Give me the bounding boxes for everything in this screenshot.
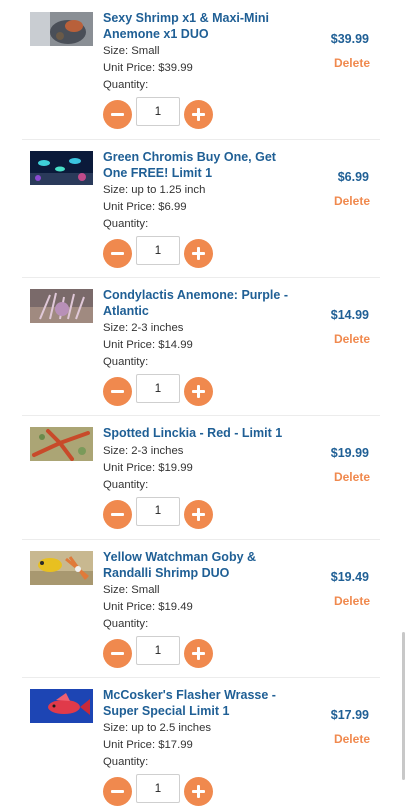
unit-price-text: Unit Price: $39.99 bbox=[103, 62, 193, 74]
decrease-quantity-button[interactable] bbox=[103, 239, 132, 268]
item-info: McCosker's Flasher Wrasse - Super Specia… bbox=[103, 688, 303, 806]
quantity-label: Quantity: bbox=[103, 756, 149, 768]
decrease-quantity-button[interactable] bbox=[103, 377, 132, 406]
decrease-quantity-button[interactable] bbox=[103, 639, 132, 668]
increase-quantity-button[interactable] bbox=[184, 377, 213, 406]
quantity-label: Quantity: bbox=[103, 79, 149, 91]
quantity-label: Quantity: bbox=[103, 218, 149, 230]
quantity-label: Quantity: bbox=[103, 618, 149, 630]
item-price: $14.99 bbox=[330, 308, 369, 322]
size-text: Size: up to 1.25 inch bbox=[103, 184, 206, 196]
size-text: Size: Small bbox=[103, 45, 160, 57]
size-text: Size: 2-3 inches bbox=[103, 444, 184, 457]
delete-button[interactable]: Delete bbox=[300, 594, 370, 608]
increase-quantity-button[interactable] bbox=[184, 777, 213, 806]
item-price: $39.99 bbox=[330, 32, 369, 46]
quantity-input[interactable] bbox=[136, 496, 180, 526]
item-info: Yellow Watchman Goby & Randalli Shrimp D… bbox=[103, 550, 303, 668]
product-image bbox=[30, 427, 93, 461]
quantity-stepper bbox=[103, 236, 303, 268]
decrease-quantity-button[interactable] bbox=[103, 100, 132, 129]
unit-price-text: Unit Price: $19.99 bbox=[103, 461, 193, 474]
quantity-input[interactable] bbox=[136, 374, 180, 403]
unit-price-text: Unit Price: $6.99 bbox=[103, 201, 187, 213]
cart-item: Sexy Shrimp x1 & Maxi-Mini Anemone x1 DU… bbox=[22, 0, 380, 140]
item-price: $19.99 bbox=[330, 446, 369, 460]
cart-item: McCosker's Flasher Wrasse - Super Specia… bbox=[22, 677, 380, 806]
quantity-input[interactable] bbox=[136, 97, 180, 126]
product-title-link[interactable]: Sexy Shrimp x1 & Maxi-Mini Anemone x1 DU… bbox=[103, 11, 303, 42]
product-image bbox=[30, 689, 93, 723]
unit-price-text: Unit Price: $19.49 bbox=[103, 601, 193, 613]
product-title-link[interactable]: Yellow Watchman Goby & Randalli Shrimp D… bbox=[103, 550, 303, 581]
increase-quantity-button[interactable] bbox=[184, 239, 213, 268]
product-thumbnail[interactable] bbox=[30, 427, 93, 461]
cart-item: Condylactis Anemone: Purple - Atlantic S… bbox=[22, 277, 380, 416]
delete-button[interactable]: Delete bbox=[300, 194, 370, 208]
increase-quantity-button[interactable] bbox=[184, 100, 213, 129]
cart-item: Green Chromis Buy One, Get One FREE! Lim… bbox=[22, 139, 380, 278]
product-image bbox=[30, 151, 93, 185]
product-thumbnail[interactable] bbox=[30, 689, 93, 723]
quantity-input[interactable] bbox=[136, 774, 180, 803]
size-text: Size: up to 2.5 inches bbox=[103, 722, 212, 734]
minus-icon bbox=[111, 512, 124, 516]
item-info: Sexy Shrimp x1 & Maxi-Mini Anemone x1 DU… bbox=[103, 11, 303, 129]
item-price: $19.49 bbox=[330, 570, 369, 584]
item-info: Condylactis Anemone: Purple - Atlantic S… bbox=[103, 288, 303, 406]
decrease-quantity-button[interactable] bbox=[103, 777, 132, 806]
product-image bbox=[30, 551, 93, 585]
delete-button[interactable]: Delete bbox=[300, 732, 370, 746]
product-title-link[interactable]: Green Chromis Buy One, Get One FREE! Lim… bbox=[103, 150, 303, 181]
quantity-label: Quantity: bbox=[103, 356, 149, 368]
item-info: Green Chromis Buy One, Get One FREE! Lim… bbox=[103, 150, 303, 268]
product-title-link[interactable]: Spotted Linckia - Red - Limit 1 bbox=[103, 426, 303, 442]
quantity-stepper bbox=[103, 97, 303, 129]
quantity-input[interactable] bbox=[136, 236, 180, 265]
item-info: Spotted Linckia - Red - Limit 1 Size: 2-… bbox=[103, 426, 303, 529]
product-title-link[interactable]: McCosker's Flasher Wrasse - Super Specia… bbox=[103, 688, 303, 719]
item-price: $17.99 bbox=[330, 708, 369, 722]
quantity-stepper bbox=[103, 374, 303, 406]
minus-icon bbox=[111, 252, 124, 255]
product-thumbnail[interactable] bbox=[30, 151, 93, 185]
product-thumbnail[interactable] bbox=[30, 12, 93, 46]
quantity-stepper bbox=[103, 496, 303, 529]
minus-icon bbox=[111, 790, 124, 793]
quantity-input[interactable] bbox=[136, 636, 180, 665]
increase-quantity-button[interactable] bbox=[184, 499, 213, 529]
size-text: Size: 2-3 inches bbox=[103, 322, 184, 334]
unit-price-text: Unit Price: $14.99 bbox=[103, 339, 193, 351]
quantity-stepper bbox=[103, 774, 303, 806]
delete-button[interactable]: Delete bbox=[300, 470, 370, 484]
decrease-quantity-button[interactable] bbox=[103, 499, 132, 529]
increase-quantity-button[interactable] bbox=[184, 639, 213, 668]
minus-icon bbox=[111, 652, 124, 655]
delete-button[interactable]: Delete bbox=[300, 56, 370, 70]
product-thumbnail[interactable] bbox=[30, 289, 93, 323]
minus-icon bbox=[111, 113, 124, 116]
product-image bbox=[30, 12, 93, 46]
product-image bbox=[30, 289, 93, 323]
quantity-label: Quantity: bbox=[103, 478, 149, 491]
item-price: $6.99 bbox=[337, 170, 369, 184]
size-text: Size: Small bbox=[103, 584, 160, 596]
quantity-stepper bbox=[103, 636, 303, 668]
delete-button[interactable]: Delete bbox=[300, 332, 370, 346]
cart-item: Yellow Watchman Goby & Randalli Shrimp D… bbox=[22, 539, 380, 678]
cart-item: Spotted Linckia - Red - Limit 1 Size: 2-… bbox=[22, 415, 380, 540]
product-title-link[interactable]: Condylactis Anemone: Purple - Atlantic bbox=[103, 288, 303, 319]
unit-price-text: Unit Price: $17.99 bbox=[103, 739, 193, 751]
product-thumbnail[interactable] bbox=[30, 551, 93, 585]
minus-icon bbox=[111, 390, 124, 393]
